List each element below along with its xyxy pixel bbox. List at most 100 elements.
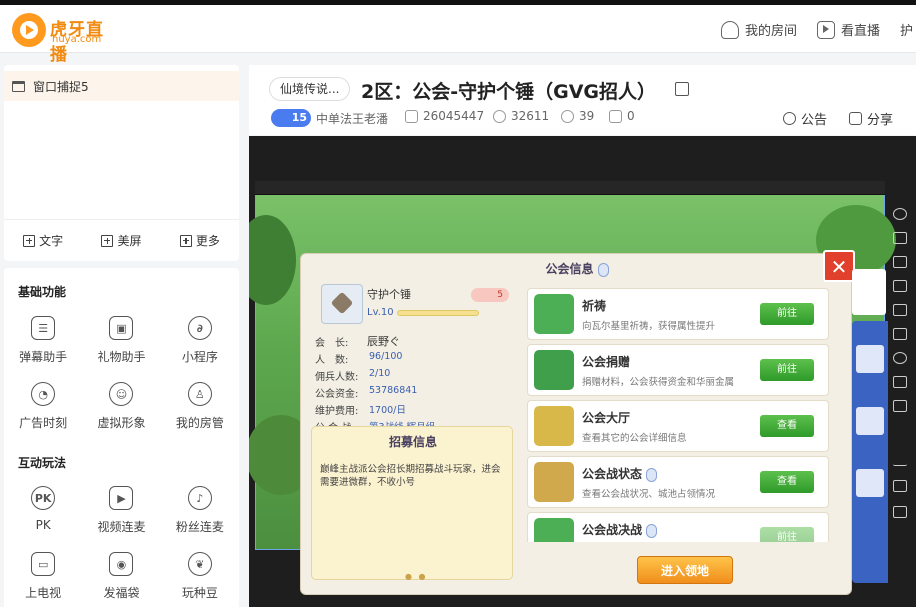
page-dots: ● ● bbox=[405, 572, 428, 581]
add-text-button[interactable]: 文字 bbox=[23, 232, 63, 249]
tab-church[interactable] bbox=[856, 407, 884, 435]
room-id: 26045447 bbox=[423, 109, 485, 123]
screenshot-icon[interactable] bbox=[893, 328, 907, 340]
pk-icon: PK bbox=[31, 486, 56, 510]
interactive-section-title: 互动玩法 bbox=[18, 456, 67, 470]
edit-title-icon[interactable] bbox=[675, 82, 689, 96]
feature-on-tv[interactable]: ▭ 上电视 bbox=[4, 548, 82, 607]
recent-apps-icon[interactable] bbox=[893, 506, 907, 518]
emulator-titlebar bbox=[255, 181, 885, 195]
go-button[interactable]: 前往 bbox=[760, 303, 814, 325]
battle-icon bbox=[534, 518, 574, 542]
guild-side-tabs bbox=[852, 269, 888, 583]
leaf-icon: ❦ bbox=[187, 552, 212, 576]
volume-down-icon[interactable] bbox=[893, 280, 907, 292]
record-icon[interactable] bbox=[893, 352, 907, 364]
list-item: 祈祷 向瓦尔基里祈祷，获得属性提升 前往 bbox=[527, 288, 829, 340]
fullscreen-icon[interactable] bbox=[893, 304, 907, 316]
chat-icon: ☰ bbox=[31, 316, 56, 340]
list-item: 公会战状态 查看公会战状况、城池占领情况 查看 bbox=[527, 456, 829, 508]
tv-icon: ▭ bbox=[31, 552, 56, 576]
huya-logo[interactable]: 虎牙直播 huya.com bbox=[12, 13, 117, 65]
panel-title-text: 公会信息 bbox=[545, 262, 594, 276]
notice-button[interactable]: 公告 bbox=[783, 109, 827, 128]
stat-value: 辰野ぐ bbox=[367, 335, 400, 348]
feature-label: 广告时刻 bbox=[19, 416, 68, 430]
feature-label: 视频连麦 bbox=[97, 520, 146, 534]
enter-territory-button[interactable]: 进入领地 bbox=[637, 556, 733, 584]
donate-icon bbox=[534, 350, 574, 390]
tab-guild-info[interactable] bbox=[852, 269, 886, 315]
tab-members[interactable] bbox=[856, 345, 884, 373]
like-count: 39 bbox=[579, 109, 595, 123]
watch-live-label: 看直播 bbox=[841, 24, 881, 39]
beauty-screen-button[interactable]: 美屏 bbox=[101, 232, 142, 249]
castle-icon bbox=[534, 406, 574, 446]
feature-label: 虚拟形象 bbox=[97, 416, 146, 430]
category-pill[interactable]: 仙境传说... bbox=[269, 77, 351, 101]
more-options-icon[interactable] bbox=[893, 400, 907, 412]
more-sources-label: 更多 bbox=[195, 234, 220, 248]
more-sources-button[interactable]: 更多 bbox=[179, 232, 220, 249]
feature-virtual-avatar[interactable]: ☺ 虚拟形象 bbox=[82, 378, 160, 444]
go-button[interactable]: 前往 bbox=[760, 527, 814, 542]
home-button-icon[interactable] bbox=[893, 480, 907, 492]
feature-mini-program[interactable]: ∂ 小程序 bbox=[161, 312, 239, 378]
my-room-link[interactable]: 我的房间 bbox=[721, 20, 797, 39]
ad-clock-icon: ◔ bbox=[31, 382, 56, 406]
plus-icon bbox=[23, 234, 36, 247]
pray-icon bbox=[534, 294, 574, 334]
info-icon[interactable] bbox=[597, 262, 609, 277]
tab-territory[interactable] bbox=[856, 469, 884, 497]
feature-fan-link[interactable]: ♪ 粉丝连麦 bbox=[161, 482, 239, 548]
app-header: 虎牙直播 huya.com 我的房间 看直播 护 bbox=[0, 5, 916, 65]
share-button[interactable]: 分享 bbox=[849, 109, 893, 128]
recruit-box: 招募信息 巅峰主战派公会招长期招募战斗玩家，进会需要进微群，不收小号 bbox=[311, 426, 513, 580]
settings-icon[interactable] bbox=[893, 208, 907, 220]
guild-action-list[interactable]: 祈祷 向瓦尔基里祈祷，获得属性提升 前往 公会捐赠 捐赠材料，公会获得资金和华丽… bbox=[521, 284, 835, 542]
info-icon[interactable] bbox=[646, 467, 658, 482]
feature-label: 弹幕助手 bbox=[19, 350, 68, 364]
feature-ad-moment[interactable]: ◔ 广告时刻 bbox=[4, 378, 82, 444]
go-button[interactable]: 前往 bbox=[760, 359, 814, 381]
close-panel-button[interactable]: ✕ bbox=[823, 250, 855, 282]
feature-danmu-helper[interactable]: ☰ 弹幕助手 bbox=[4, 312, 82, 378]
watch-live-link[interactable]: 看直播 bbox=[817, 20, 880, 39]
source-item[interactable]: 窗口捕捉5 bbox=[4, 71, 239, 101]
game-capture: 公会信息 ✕ 守护个锤 5 Lv.10 会 长: 辰野ぐ 人 数: 96/100… bbox=[249, 184, 896, 595]
preview-player[interactable]: 公会信息 ✕ 守护个锤 5 Lv.10 会 长: 辰野ぐ 人 数: 96/100… bbox=[249, 136, 916, 607]
feature-gift-helper[interactable]: ▣ 礼物助手 bbox=[82, 312, 160, 378]
feature-plant-bean[interactable]: ❦ 玩种豆 bbox=[161, 548, 239, 607]
feature-lucky-bag[interactable]: ◉ 发福袋 bbox=[82, 548, 160, 607]
heart-icon bbox=[561, 109, 574, 123]
add-app-icon[interactable] bbox=[893, 376, 907, 388]
shares-meta: 0 bbox=[609, 109, 635, 123]
tree-decoration bbox=[249, 215, 296, 305]
view-button[interactable]: 查看 bbox=[760, 471, 814, 493]
basic-section-title: 基础功能 bbox=[18, 285, 67, 299]
list-item: 公会战决战 前往 bbox=[527, 512, 829, 542]
info-icon[interactable] bbox=[646, 523, 658, 538]
volume-up-icon[interactable] bbox=[893, 256, 907, 268]
row-name: 祈祷 bbox=[582, 299, 607, 313]
stat-value: 1700/日 bbox=[369, 405, 406, 416]
feature-room-admin[interactable]: ♙ 我的房管 bbox=[161, 378, 239, 444]
window-icon bbox=[12, 80, 25, 92]
logo-domain: huya.com bbox=[52, 34, 102, 45]
more-link[interactable]: 护 bbox=[900, 20, 913, 39]
streamer-name: 中单法王老潘 bbox=[316, 111, 389, 126]
fortress-icon bbox=[534, 462, 574, 502]
feature-video-link[interactable]: ▶ 视频连麦 bbox=[82, 482, 160, 548]
feature-label: 粉丝连麦 bbox=[175, 520, 224, 534]
feature-pk[interactable]: PK PK bbox=[4, 482, 82, 548]
room-id-meta: 26045447 bbox=[405, 109, 484, 123]
plus-icon bbox=[101, 234, 114, 247]
view-button[interactable]: 查看 bbox=[760, 415, 814, 437]
stat-value: 96/100 bbox=[369, 351, 403, 362]
keyboard-icon[interactable] bbox=[893, 232, 907, 244]
stat-label: 公会资金: bbox=[315, 389, 359, 400]
back-icon[interactable] bbox=[893, 454, 907, 466]
guild-badge: 5 bbox=[471, 288, 509, 302]
row-desc: 查看公会战状况、城池占领情况 bbox=[582, 489, 716, 500]
guild-level-bar bbox=[397, 310, 479, 316]
